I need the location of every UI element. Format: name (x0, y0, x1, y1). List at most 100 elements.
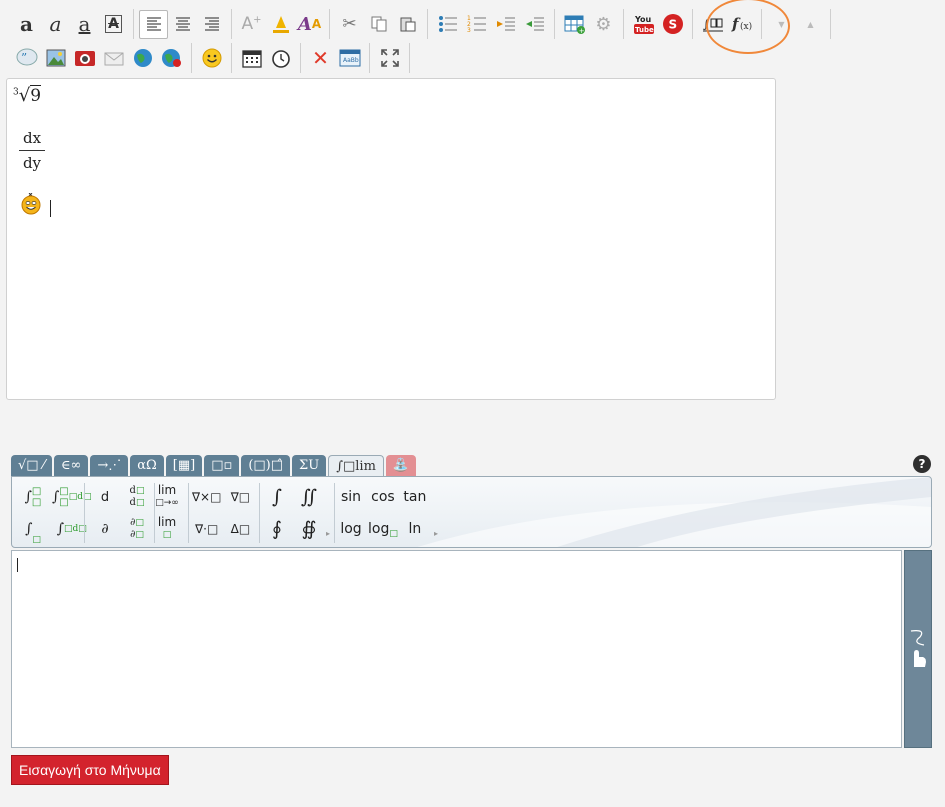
copy-icon (371, 16, 386, 32)
cut-button[interactable]: ✂ (335, 10, 364, 39)
tab-greek[interactable]: αΩ (130, 455, 164, 476)
more-arrow-icon: ▸ (434, 529, 439, 538)
remove-link-button[interactable] (157, 44, 186, 73)
partial-button[interactable]: ∂ (92, 513, 118, 545)
tab-sums-unions[interactable]: ΣU (292, 455, 327, 476)
svg-text:+: + (578, 27, 584, 34)
settings-button[interactable]: ⚙ (589, 10, 618, 39)
source-code-button[interactable]: AaBb (335, 44, 364, 73)
tab-calculus[interactable]: ∫□lim (328, 455, 384, 476)
insert-into-message-button[interactable]: Εισαγωγή στο Μήνυμα (11, 755, 169, 785)
message-editor-area[interactable]: 3√9 dx dy (6, 78, 776, 400)
quote-button[interactable]: ” (12, 44, 41, 73)
align-right-button[interactable] (197, 10, 226, 39)
limit-to-infinity-button[interactable]: lim □→∞ (154, 481, 180, 513)
alarm-clock-icon (271, 50, 290, 68)
youtube-icon: You Tube (633, 15, 654, 34)
indent-button[interactable] (491, 10, 520, 39)
align-left-button[interactable] (139, 9, 168, 39)
underline-button[interactable]: a (70, 10, 99, 39)
divergence-button[interactable]: ∇·□ (192, 513, 221, 545)
bullet-list-icon (438, 16, 457, 32)
help-icon[interactable]: ? (913, 455, 931, 473)
tan-button[interactable]: tan (402, 481, 428, 513)
integral-button[interactable]: ∫ (264, 481, 290, 513)
tab-sets-symbols[interactable]: ∈∞ (53, 455, 89, 476)
gradient-button[interactable]: ∇□ (227, 481, 253, 513)
align-left-icon (146, 17, 161, 31)
insert-link-button[interactable] (128, 44, 157, 73)
ln-button[interactable]: ln (402, 513, 428, 545)
surface-integral-button[interactable]: ∯ (296, 513, 322, 545)
tab-brackets-accents[interactable]: (□)□̂ (241, 455, 291, 476)
integral-dx-button[interactable]: ∫ □d□ (52, 513, 92, 545)
log-base-button[interactable]: log □ (368, 513, 398, 545)
derivative-fraction-button[interactable]: d□ d□ (124, 481, 150, 513)
log-button[interactable]: log (338, 513, 364, 545)
fraction-bar (19, 150, 45, 151)
tab-roots-fractions[interactable]: √□ ⁄ (11, 455, 52, 476)
text-color-button[interactable] (266, 10, 295, 39)
numbered-list-button[interactable]: 123 (462, 10, 491, 39)
email-button[interactable] (99, 44, 128, 73)
gears-icon: ⚙ (595, 13, 612, 35)
contour-integral-button[interactable]: ∮ (264, 513, 290, 545)
insert-image-button[interactable] (41, 44, 70, 73)
toolbar-separator (300, 43, 301, 73)
tab-chemistry[interactable]: ⛲ (385, 455, 417, 476)
integral-limits-group: ∫ □ □ ∫ □ ∫ □ □ □d□ ∫ □d□ (20, 481, 92, 545)
svg-text:3: 3 (467, 27, 471, 33)
cos-button[interactable]: cos (368, 481, 398, 513)
palette-background-swoosh (417, 477, 931, 547)
outdent-button[interactable] (520, 10, 549, 39)
derivative-group: d ∂ d□ d□ ∂□ ∂□ (92, 481, 150, 545)
formula-editor-button[interactable]: f (x) (727, 10, 756, 39)
font-size-button[interactable]: A+ (237, 10, 266, 39)
handwriting-toggle-button[interactable] (904, 550, 932, 748)
curl-button[interactable]: ∇×□ (192, 481, 221, 513)
double-integral-button[interactable]: ∬ (296, 481, 322, 513)
laplacian-button[interactable]: Δ□ (227, 513, 253, 545)
slideshare-button[interactable]: S (658, 10, 687, 39)
limit-group: lim □→∞ lim □ (154, 481, 180, 545)
strikethrough-button[interactable]: A (99, 10, 128, 39)
insert-time-button[interactable] (266, 44, 295, 73)
palette-separator (259, 483, 260, 543)
quote-icon: ” (16, 48, 37, 66)
scroll-up-button[interactable]: ▲ (796, 10, 825, 39)
limit-button[interactable]: lim □ (154, 513, 180, 545)
emoticon-button[interactable] (197, 44, 226, 73)
tab-arrows[interactable]: →⋰ (90, 455, 129, 476)
calculus-palette: ∫ □ □ ∫ □ ∫ □ □ □d□ ∫ □d□ d ∂ d□ d□ ∂□ ∂□ lim □→∞ … (11, 476, 932, 548)
fullscreen-button[interactable] (375, 44, 404, 73)
italic-button[interactable]: a (41, 10, 70, 39)
sin-button[interactable]: sin (338, 481, 364, 513)
bold-button[interactable]: a (12, 10, 41, 39)
bullet-list-button[interactable] (433, 10, 462, 39)
paste-button[interactable] (393, 10, 422, 39)
numbered-list-icon: 123 (467, 15, 486, 33)
definite-integral-dx-button[interactable]: ∫ □ □ □d□ (52, 481, 92, 513)
toolbar-separator (623, 9, 624, 39)
font-style-button[interactable]: AA (295, 10, 324, 39)
insert-media-button[interactable] (70, 44, 99, 73)
derivative-d-button[interactable]: d (92, 481, 118, 513)
insert-table-button[interactable]: + (560, 10, 589, 39)
tab-scripts[interactable]: □▫ (204, 455, 240, 476)
scroll-down-button[interactable]: ▼ (767, 10, 796, 39)
toolbar-separator (231, 9, 232, 39)
math-template-icon: ∫ (702, 17, 723, 32)
partial-fraction-button[interactable]: ∂□ ∂□ (124, 513, 150, 545)
integral-lower-limit-button[interactable]: ∫ □ (20, 513, 46, 545)
slideshare-icon: S (662, 14, 683, 34)
image-icon (46, 49, 65, 67)
tab-matrices[interactable]: [▦] (165, 455, 203, 476)
math-template-button[interactable]: ∫ (698, 10, 727, 39)
formula-input-area[interactable] (11, 550, 902, 748)
align-center-button[interactable] (168, 10, 197, 39)
insert-date-button[interactable] (237, 44, 266, 73)
copy-button[interactable] (364, 10, 393, 39)
integral-with-limits-button[interactable]: ∫ □ □ (20, 481, 46, 513)
youtube-button[interactable]: You Tube (629, 10, 658, 39)
remove-format-button[interactable]: ✕ (306, 44, 335, 73)
